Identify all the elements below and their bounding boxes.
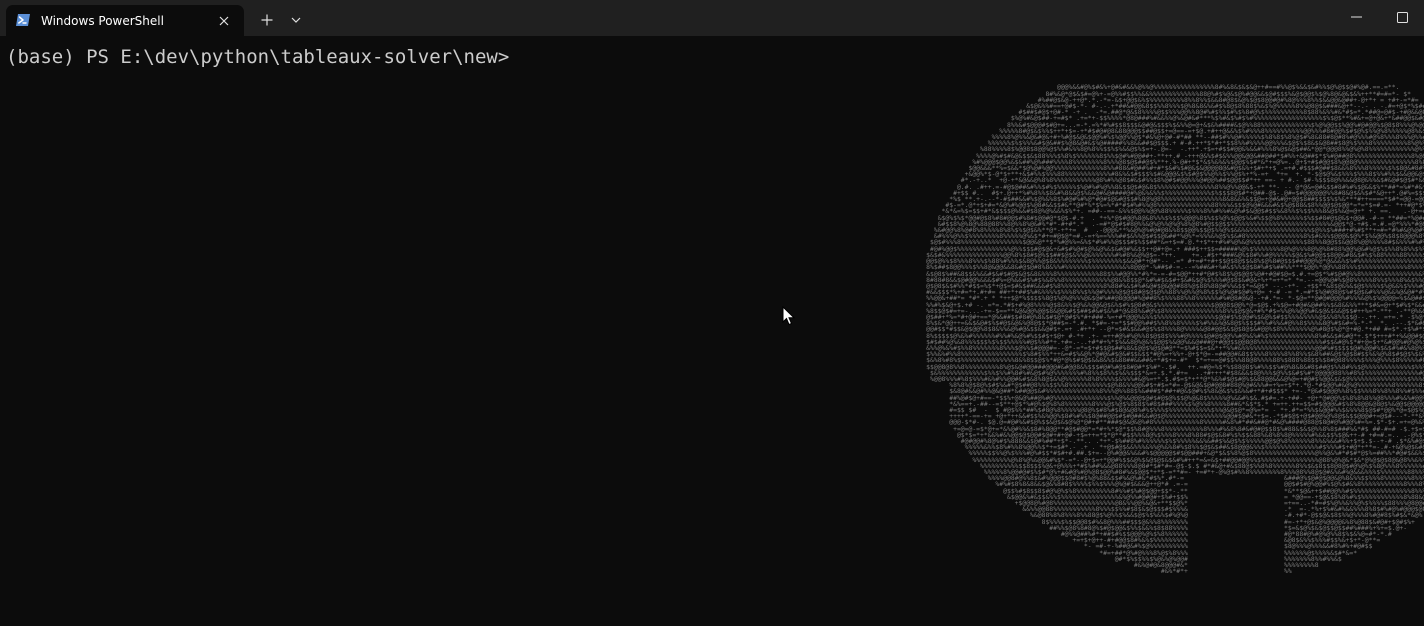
title-bar[interactable]: Windows PowerShell: [0, 0, 1424, 36]
tab-windows-powershell[interactable]: Windows PowerShell: [6, 5, 244, 36]
tab-title: Windows PowerShell: [41, 14, 164, 28]
profile-dropdown-button[interactable]: [285, 8, 307, 32]
powershell-icon: [15, 12, 31, 26]
ascii-art-background-image: @@@%&&#@%$#&%+@#&#&&%@%%@%%%%%%%%%%%%%%%…: [880, 72, 1424, 626]
new-tab-button[interactable]: [254, 8, 280, 32]
mouse-pointer-icon: [782, 305, 796, 326]
close-icon: [219, 16, 229, 26]
maximize-icon: [1396, 11, 1408, 23]
minimize-icon: [1350, 16, 1362, 18]
tab-close-button[interactable]: [212, 11, 236, 31]
chevron-down-icon: [291, 17, 301, 23]
minimize-button[interactable]: [1333, 0, 1379, 34]
terminal-window: Windows PowerShell (base) PS E:\dev\pyth…: [0, 0, 1424, 626]
terminal-prompt: (base) PS E:\dev\python\tableaux-solver\…: [6, 46, 510, 68]
plus-icon: [261, 14, 273, 26]
terminal-output-area[interactable]: (base) PS E:\dev\python\tableaux-solver\…: [0, 36, 1424, 626]
ascii-art-text: @@@%&&#@%$#&%+@#&#&&%@%%@%%%%%%%%%%%%%%%…: [926, 83, 1424, 576]
maximize-button[interactable]: [1379, 0, 1424, 34]
